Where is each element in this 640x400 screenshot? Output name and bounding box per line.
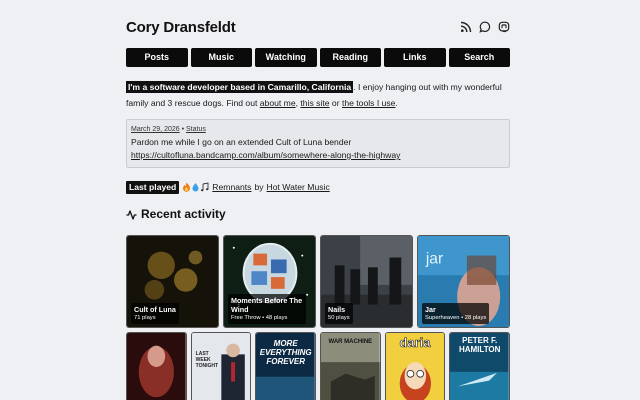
book-cover[interactable]: MORE EVERYTHING FOREVER — [255, 332, 317, 400]
intro-text: or — [329, 98, 342, 108]
book-cover[interactable]: PETER F. HAMILTON — [449, 332, 511, 400]
last-played-badge: Last played — [126, 180, 180, 194]
album-tile[interactable]: jar Jar Superheaven • 28 plays — [417, 235, 510, 328]
status-date-link[interactable]: March 29, 2026 — [131, 126, 180, 133]
status-card: March 29, 2026 • Status Pardon me while … — [126, 119, 510, 168]
nav-reading[interactable]: Reading — [319, 48, 381, 67]
book-title: PETER F. HAMILTON — [458, 336, 501, 354]
artist-link[interactable]: Hot Water Music — [267, 180, 330, 194]
album-title: Moments Before The Wind — [231, 296, 303, 314]
book-title: WAR MACHINE — [328, 339, 373, 345]
main-nav: Posts Music Watching Reading Links Searc… — [126, 48, 510, 67]
tools-link[interactable]: the tools I use — [342, 98, 396, 108]
album-plays: Superheaven • 28 plays — [425, 315, 487, 321]
album-label: Nails 50 plays — [325, 303, 353, 324]
mastodon-icon[interactable] — [498, 21, 510, 33]
album-plays: Free Throw • 48 plays — [231, 315, 288, 321]
album-grid: Cult of Luna 71 plays Moments Before The… — [126, 235, 510, 328]
book-title: MORE EVERYTHING FOREVER — [259, 339, 312, 366]
this-site-link[interactable]: this site — [300, 98, 329, 108]
emoji-group — [182, 182, 209, 192]
status-label-link[interactable]: Status — [186, 126, 206, 133]
recent-activity-heading: Recent activity — [126, 206, 226, 222]
status-meta: March 29, 2026 • Status — [131, 125, 505, 134]
chat-icon[interactable] — [479, 21, 491, 33]
book-title: daria — [399, 335, 431, 351]
last-played: Last played Remnants by Hot Water Music — [126, 180, 510, 194]
intro-highlight: I'm a software developer based in Camari… — [126, 81, 354, 93]
activity-icon — [126, 209, 137, 220]
track-link[interactable]: Remnants — [212, 180, 251, 194]
header-icons — [460, 21, 510, 33]
intro-paragraph: I'm a software developer based in Camari… — [126, 79, 510, 111]
about-me-link[interactable]: about me — [260, 98, 296, 108]
nav-posts[interactable]: Posts — [126, 48, 188, 67]
book-cover[interactable] — [126, 332, 187, 400]
droplet-icon — [191, 182, 200, 192]
status-url-link[interactable]: https://cultofluna.bandcamp.com/album/so… — [131, 149, 505, 162]
album-title: Nails — [328, 305, 346, 314]
music-notes-icon — [200, 182, 209, 192]
recent-activity-title: Recent activity — [141, 207, 226, 221]
album-label: Moments Before The Wind Free Throw • 48 … — [228, 294, 307, 324]
rss-icon[interactable] — [460, 21, 472, 33]
nav-watching[interactable]: Watching — [255, 48, 317, 67]
svg-text:jar: jar — [425, 250, 443, 267]
intro-text: . — [395, 98, 398, 108]
nav-search[interactable]: Search — [448, 48, 510, 67]
book-title: LAST WEEK TONIGHT — [195, 351, 219, 369]
book-cover[interactable]: WAR MACHINE — [320, 332, 381, 400]
album-label: Cult of Luna 71 plays — [131, 303, 179, 324]
album-tile[interactable]: Moments Before The Wind Free Throw • 48 … — [223, 235, 316, 328]
book-cover[interactable]: LAST WEEK TONIGHT — [190, 332, 252, 400]
by-text: by — [254, 182, 264, 192]
album-tile[interactable]: Cult of Luna 71 plays — [126, 235, 219, 328]
album-plays: 50 plays — [328, 315, 350, 321]
nav-music[interactable]: Music — [190, 48, 252, 67]
fire-icon — [182, 182, 191, 192]
nav-links[interactable]: Links — [384, 48, 446, 67]
album-plays: 71 plays — [134, 315, 156, 321]
book-grid: LAST WEEK TONIGHT MORE EVERYTHING FOREVE… — [126, 332, 511, 400]
book-cover[interactable]: daria — [384, 332, 446, 400]
site-header: Cory Dransfeldt — [126, 18, 510, 38]
status-text: Pardon me while I go on an extended Cult… — [131, 137, 352, 147]
site-title[interactable]: Cory Dransfeldt — [126, 18, 510, 38]
album-label: Jar Superheaven • 28 plays — [422, 303, 490, 324]
book-art — [127, 333, 186, 400]
album-title: Jar — [425, 305, 436, 314]
album-title: Cult of Luna — [134, 305, 176, 314]
album-tile[interactable]: Nails 50 plays — [320, 235, 413, 328]
